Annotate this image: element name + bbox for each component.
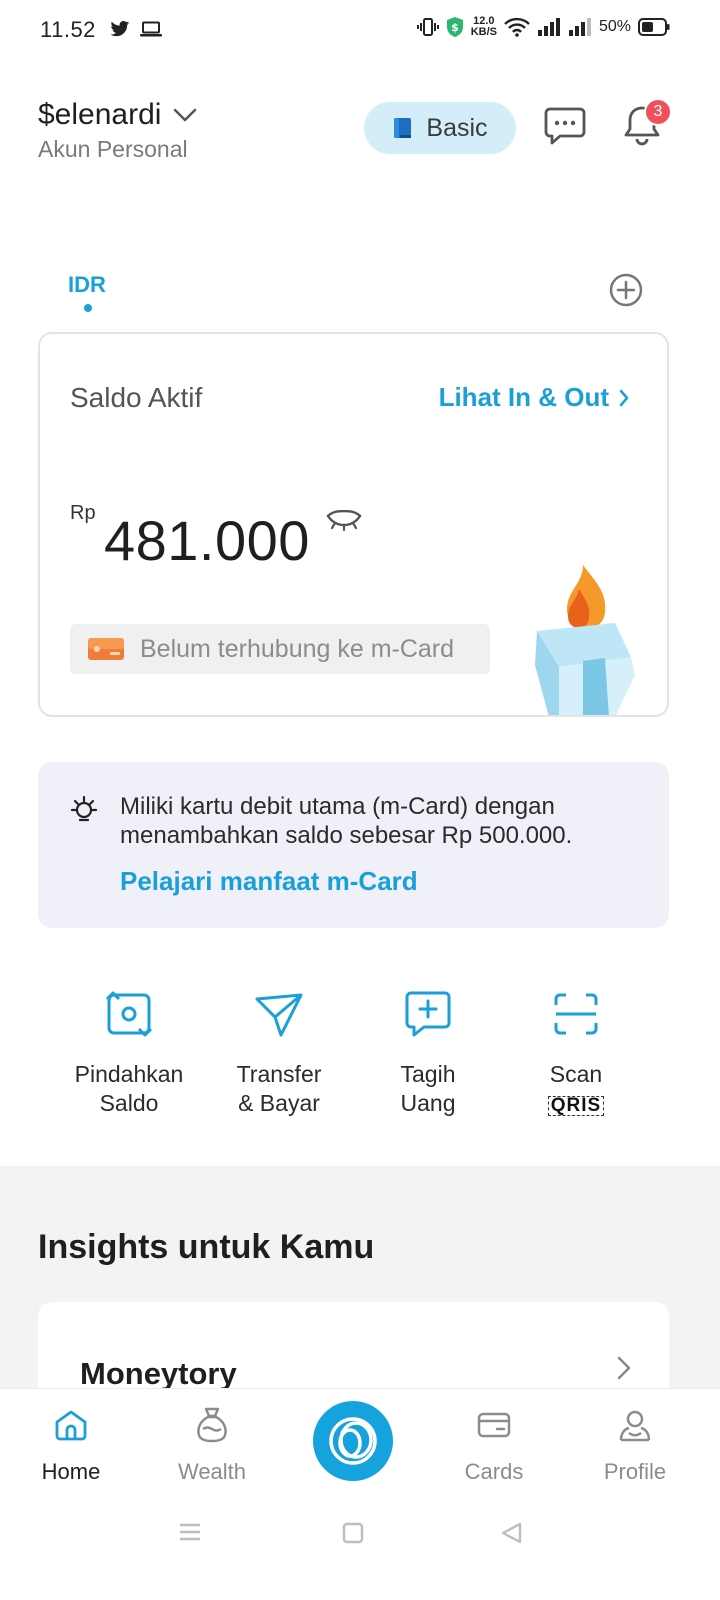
moneytory-card[interactable]: Moneytory — [38, 1302, 669, 1402]
eye-closed-icon[interactable] — [326, 510, 362, 532]
twitter-icon — [110, 21, 130, 37]
back-triangle-icon[interactable] — [500, 1522, 522, 1544]
torch-illustration — [535, 565, 635, 715]
notification-badge: 3 — [644, 98, 672, 126]
signal-icon-2 — [568, 18, 591, 36]
center-logo-button[interactable] — [313, 1401, 393, 1481]
laptop-icon — [140, 21, 162, 37]
move-balance-icon — [105, 991, 153, 1037]
account-name: $elenardi — [38, 98, 162, 131]
menu-icon[interactable] — [179, 1522, 201, 1542]
scan-icon — [554, 993, 598, 1035]
mcard-info-box: Miliki kartu debit utama (m-Card) dengan… — [38, 762, 669, 928]
lightbulb-icon — [70, 795, 98, 822]
profile-icon — [619, 1410, 651, 1442]
move-balance-button[interactable]: Pindahkan Saldo — [54, 986, 204, 1118]
chevron-down-icon — [174, 108, 197, 122]
network-speed: 12.0 KB/S — [470, 15, 497, 38]
book-icon — [394, 118, 412, 138]
system-nav-bar — [0, 1500, 720, 1600]
chevron-right-icon — [619, 389, 629, 406]
balance-card: Saldo Aktif Lihat In & Out Rp 481.000 Be… — [38, 332, 669, 717]
mcard-status[interactable]: Belum terhubung ke m-Card — [70, 624, 490, 674]
balance-amount: 481.000 — [104, 509, 310, 572]
learn-mcard-link[interactable]: Pelajari manfaat m-Card — [120, 866, 418, 897]
shield-money-icon: $ — [446, 17, 463, 37]
chevron-right-icon — [617, 1356, 631, 1380]
nav-profile[interactable]: Profile — [575, 1405, 695, 1485]
nav-cards[interactable]: Cards — [434, 1405, 554, 1485]
nav-wealth[interactable]: Wealth — [152, 1405, 272, 1485]
battery-icon — [638, 18, 670, 36]
qris-logo: QRIS — [547, 1096, 605, 1116]
nav-home[interactable]: Home — [11, 1405, 131, 1485]
home-icon — [55, 1410, 87, 1441]
vibrate-icon — [416, 18, 439, 36]
insights-title: Insights untuk Kamu — [38, 1228, 375, 1266]
balance-label: Saldo Aktif — [70, 382, 203, 413]
tab-idr[interactable]: IDR — [68, 272, 106, 298]
status-bar: 11.52 $ 12.0 KB/S 50% — [0, 0, 720, 62]
info-text: Miliki kartu debit utama (m-Card) dengan… — [120, 793, 573, 849]
chat-icon[interactable] — [544, 106, 586, 146]
svg-text:$: $ — [451, 21, 459, 34]
tier-badge-button[interactable]: Basic — [364, 102, 516, 154]
scan-qris-button[interactable]: Scan QRIS — [501, 986, 651, 1118]
status-time: 11.52 — [40, 17, 96, 42]
send-icon — [255, 993, 303, 1037]
wifi-icon — [504, 17, 530, 37]
account-switcher[interactable]: $elenardi — [38, 98, 197, 132]
moneybag-icon — [197, 1407, 227, 1443]
card-icon — [477, 1412, 511, 1438]
tier-label: Basic — [426, 113, 488, 142]
balance-currency: Rp — [70, 502, 96, 524]
moneytory-title: Moneytory — [80, 1356, 237, 1391]
request-money-icon — [405, 991, 451, 1037]
active-tab-indicator — [84, 304, 92, 312]
jago-logo-icon — [329, 1417, 377, 1465]
request-money-button[interactable]: Tagih Uang — [353, 986, 503, 1118]
add-currency-icon[interactable] — [609, 273, 643, 307]
home-square-icon[interactable] — [342, 1522, 364, 1544]
transfer-pay-button[interactable]: Transfer & Bayar — [204, 986, 354, 1118]
signal-icon — [537, 18, 560, 36]
mcard-icon — [88, 638, 124, 660]
view-in-out-link[interactable]: Lihat In & Out — [439, 382, 629, 413]
battery-percent: 50% — [598, 18, 631, 35]
account-type: Akun Personal — [38, 136, 188, 162]
